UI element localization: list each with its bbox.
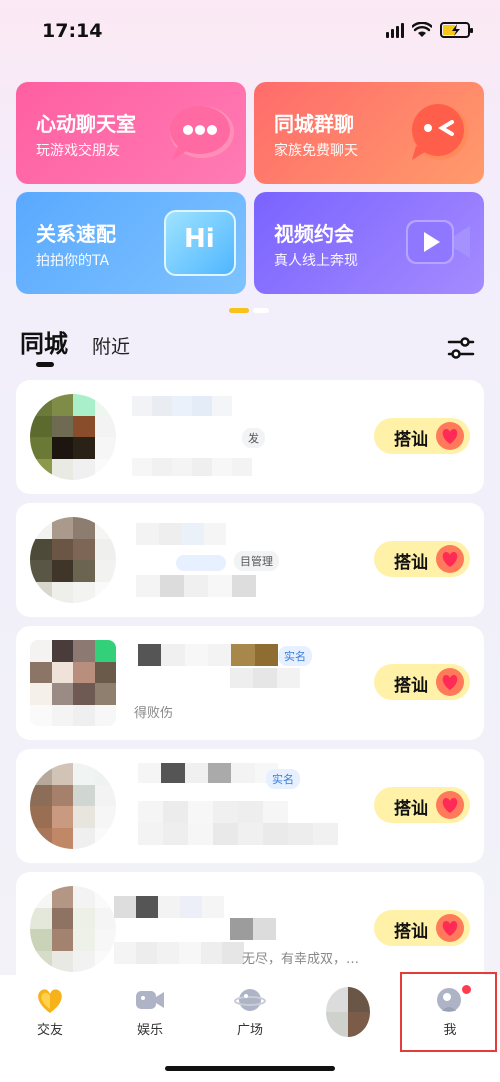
accost-label: 搭讪 [394, 430, 428, 450]
user-bio: 无尽，有幸成双，… [242, 952, 360, 967]
list-item[interactable]: 实名 搭讪 [16, 749, 484, 863]
heart-icon [38, 989, 62, 1013]
accost-label: 搭讪 [394, 922, 428, 942]
avatar[interactable] [30, 517, 116, 603]
video-camera-icon [136, 991, 164, 1009]
status-icons [386, 22, 473, 38]
accost-label: 搭讪 [394, 799, 428, 819]
blurred-info [230, 668, 300, 688]
list-item[interactable]: 无尽，有幸成双，… 搭讪 [16, 872, 484, 986]
user-bio: 得败伤 [134, 706, 174, 721]
card-heart-chatroom[interactable]: 心动聊天室 玩游戏交朋友 [16, 82, 246, 184]
blurred-name [114, 896, 224, 918]
heart-icon [436, 422, 464, 450]
tab-nearby[interactable]: 附近 [92, 332, 130, 359]
blurred-name [138, 763, 278, 783]
accost-label: 搭讪 [394, 676, 428, 696]
user-tag: 发 [242, 428, 265, 448]
accost-label: 搭讪 [394, 553, 428, 573]
blurred-bio [114, 942, 244, 964]
blurred-bio [138, 801, 338, 845]
wifi-icon [412, 22, 432, 37]
chat-bubble-icon [170, 106, 234, 160]
avatar[interactable] [30, 394, 116, 480]
hi-bubble-icon: Hi [164, 210, 236, 276]
card-quick-match[interactable]: 关系速配 拍拍你的TA Hi [16, 192, 246, 294]
accost-button[interactable]: 搭讪 [374, 787, 470, 823]
list-item[interactable]: 目管理 搭讪 [16, 503, 484, 617]
card-subtitle: 玩游戏交朋友 [36, 143, 120, 159]
heart-icon [436, 914, 464, 942]
list-item[interactable]: 实名 得败伤 搭讪 [16, 626, 484, 740]
avatar[interactable] [30, 886, 116, 972]
hi-badge-text: Hi [184, 224, 215, 254]
card-title: 同城群聊 [274, 112, 354, 136]
tabbar-item-entertainment[interactable]: 娱乐 [100, 975, 200, 1055]
heart-icon [436, 791, 464, 819]
face-bubble-icon [412, 104, 468, 160]
carousel-dot [253, 308, 269, 313]
carousel-indicator [229, 308, 269, 313]
tabbar-label: 娱乐 [136, 1023, 163, 1038]
card-video-date[interactable]: 视频约会 真人线上奔现 [254, 192, 484, 294]
highlight-box [400, 972, 497, 1052]
card-city-group-chat[interactable]: 同城群聊 家族免费聊天 [254, 82, 484, 184]
blurred-bio [132, 458, 252, 476]
blurred-name [136, 523, 226, 545]
tab-active-indicator [36, 362, 54, 367]
card-subtitle: 拍拍你的TA [36, 253, 110, 269]
avatar[interactable] [30, 763, 116, 849]
user-tag: 目管理 [234, 551, 279, 571]
accost-button[interactable]: 搭讪 [374, 541, 470, 577]
filter-icon[interactable] [446, 334, 476, 362]
accost-button[interactable]: 搭讪 [374, 910, 470, 946]
heart-icon [436, 668, 464, 696]
tabbar-label: 交友 [36, 1023, 63, 1038]
verified-badge [176, 555, 226, 571]
tab-city[interactable]: 同城 [20, 324, 68, 359]
tabbar-item-avatar[interactable] [300, 975, 400, 1055]
card-title: 关系速配 [36, 222, 116, 246]
home-indicator [165, 1066, 335, 1071]
blurred-info [230, 918, 276, 940]
blurred-name [138, 644, 278, 666]
avatar[interactable] [30, 640, 116, 726]
user-tag: 实名 [266, 769, 300, 789]
tabbar-label: 广场 [236, 1023, 263, 1038]
tabbar-item-plaza[interactable]: 广场 [200, 975, 300, 1055]
accost-button[interactable]: 搭讪 [374, 418, 470, 454]
status-time: 17:14 [42, 20, 103, 42]
status-bar: 17:14 [0, 0, 500, 64]
blurred-bio [136, 575, 256, 597]
card-title: 心动聊天室 [36, 112, 136, 136]
card-subtitle: 家族免费聊天 [274, 143, 358, 159]
planet-icon [234, 989, 266, 1011]
blurred-name [132, 396, 232, 416]
card-subtitle: 真人线上奔现 [274, 253, 358, 269]
heart-icon [436, 545, 464, 573]
tabbar-item-friends[interactable]: 交友 [0, 975, 100, 1055]
signal-icon [386, 22, 404, 38]
battery-icon [440, 22, 473, 38]
avatar [326, 987, 370, 1037]
carousel-dot-active [229, 308, 249, 313]
list-item[interactable]: 发 搭讪 [16, 380, 484, 494]
card-title: 视频约会 [274, 222, 354, 246]
video-camera-icon [406, 220, 470, 264]
accost-button[interactable]: 搭讪 [374, 664, 470, 700]
user-tag: 实名 [278, 646, 312, 666]
